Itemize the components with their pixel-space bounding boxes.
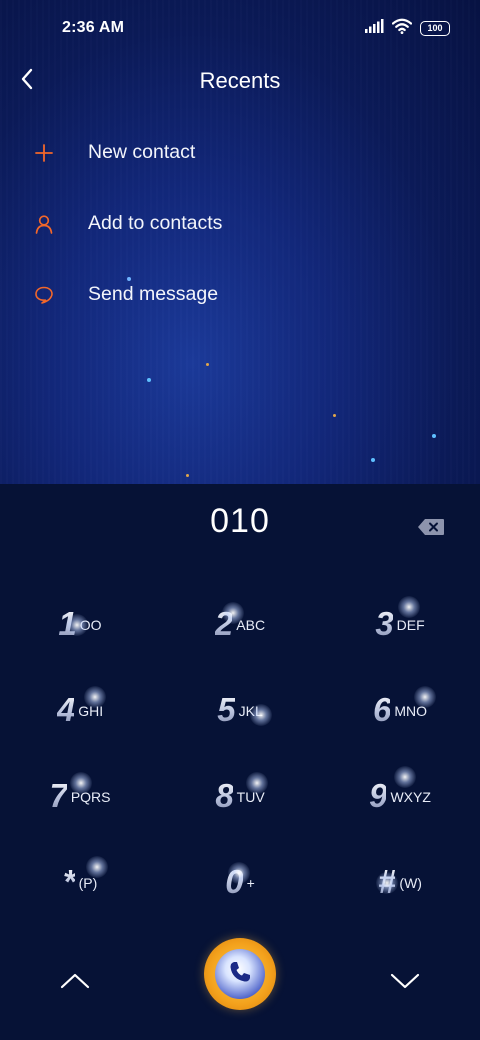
key-8[interactable]: 8 TUV [170, 756, 310, 836]
sparkle-decoration [228, 862, 250, 884]
status-icons: 100 [364, 18, 450, 39]
key-4[interactable]: 4 GHI [10, 670, 150, 750]
chevron-down-icon [390, 972, 420, 995]
chat-bubble-icon [33, 284, 55, 306]
action-menu: New contact Add to contacts Send message [0, 117, 480, 330]
menu-item-label: New contact [88, 141, 196, 163]
key-5[interactable]: 5 JKL [170, 670, 310, 750]
status-time: 2:36 AM [62, 19, 125, 36]
key-9[interactable]: 9 WXYZ [330, 756, 470, 836]
sparkle-decoration [66, 614, 88, 636]
menu-item-label: Send message [88, 283, 219, 305]
sparkle-decoration [250, 704, 272, 726]
sparkle-decoration [86, 856, 108, 878]
key-7[interactable]: 7 PQRS [10, 756, 150, 836]
wifi-icon [391, 18, 413, 39]
sparkle-decoration [394, 766, 416, 788]
key-2[interactable]: 2 ABC [170, 584, 310, 664]
sparkle-decoration [246, 772, 268, 794]
sparkle-decoration [70, 772, 92, 794]
key-3[interactable]: 3 DEF [330, 584, 470, 664]
key-letters: DEF [396, 617, 425, 633]
plus-icon [33, 142, 55, 164]
star-decoration [147, 378, 151, 382]
dialer-panel: 010 1 OO 2 ABC 3 DEF 4 GHI [0, 484, 480, 1040]
key-digit: 5 [217, 691, 235, 728]
menu-item-label: Add to contacts [88, 212, 223, 234]
key-digit: 7 [49, 777, 67, 814]
star-decoration [333, 414, 336, 417]
star-decoration [432, 434, 436, 438]
backspace-button[interactable] [417, 518, 445, 536]
expand-button[interactable] [385, 968, 425, 998]
dialer-bottom-bar [0, 938, 480, 1040]
key-digit: 4 [56, 691, 75, 728]
key-1[interactable]: 1 OO [10, 584, 150, 664]
star-decoration [206, 363, 209, 366]
back-button[interactable] [14, 68, 40, 94]
person-icon [33, 213, 55, 235]
key-6[interactable]: 6 MNO [330, 670, 470, 750]
key-letters: WXYZ [390, 789, 431, 805]
sparkle-decoration [84, 686, 106, 708]
sparkle-decoration [398, 596, 420, 618]
key-star[interactable]: * (P) [10, 842, 150, 922]
recents-panel: 2:36 AM 100 Recents New contact Add to c… [0, 0, 480, 484]
add-to-contacts-button[interactable]: Add to contacts [0, 188, 480, 259]
sparkle-decoration [414, 686, 436, 708]
collapse-keypad-button[interactable] [55, 968, 95, 998]
key-digit: 9 [369, 777, 387, 814]
chevron-left-icon [20, 68, 34, 95]
dialed-number[interactable]: 010 [0, 502, 480, 541]
key-digit: * [62, 863, 76, 900]
key-hash[interactable]: # (W) [330, 842, 470, 922]
new-contact-button[interactable]: New contact [0, 117, 480, 188]
star-decoration [186, 474, 189, 477]
sparkle-decoration [222, 602, 244, 624]
key-letters: (W) [399, 875, 422, 891]
backspace-icon [417, 519, 445, 540]
chevron-up-icon [60, 972, 90, 995]
signal-icon [364, 18, 384, 38]
send-message-button[interactable]: Send message [0, 259, 480, 330]
key-digit: 3 [375, 605, 393, 642]
header: Recents [0, 56, 480, 106]
call-button[interactable] [204, 938, 276, 1010]
page-title: Recents [199, 68, 281, 93]
key-digit: 8 [215, 777, 233, 814]
battery-icon: 100 [420, 20, 450, 36]
phone-icon [225, 957, 255, 992]
key-digit: 6 [372, 691, 391, 728]
star-decoration [371, 458, 375, 462]
status-bar: 2:36 AM 100 [0, 0, 480, 56]
key-0[interactable]: 0 + [170, 842, 310, 922]
call-button-inner [215, 949, 265, 999]
sparkle-decoration [376, 872, 398, 894]
